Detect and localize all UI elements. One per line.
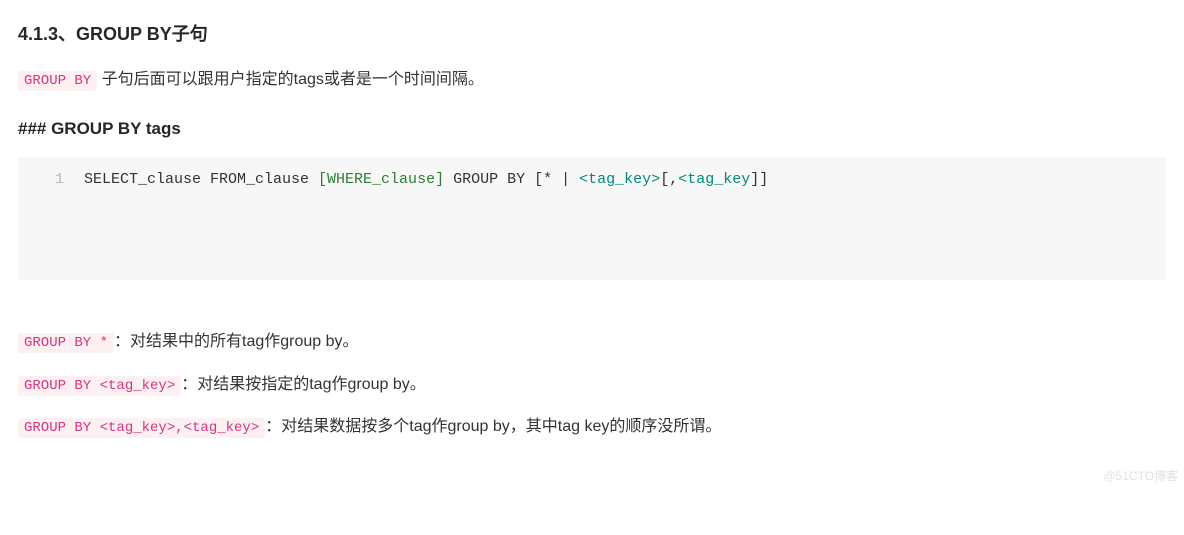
definition-text: ：对结果按指定的tag作group by。 bbox=[181, 376, 426, 393]
code-token: GROUP BY [ bbox=[444, 171, 543, 188]
code-token: | bbox=[552, 171, 579, 188]
intro-paragraph: GROUP BY 子句后面可以跟用户指定的tags或者是一个时间间隔。 bbox=[18, 66, 1166, 95]
code-line: 1 SELECT_clause FROM_clause [WHERE_claus… bbox=[18, 157, 1166, 202]
code-token: ]] bbox=[750, 171, 768, 188]
code-token: tag_key bbox=[588, 171, 651, 188]
code-block-padding bbox=[18, 202, 1166, 280]
inline-code: GROUP BY <tag_key> bbox=[18, 376, 181, 396]
line-number: 1 bbox=[18, 157, 78, 202]
code-token: * bbox=[543, 171, 552, 188]
inline-code: GROUP BY * bbox=[18, 333, 114, 353]
article-body: 4.1.3、GROUP BY子句 GROUP BY 子句后面可以跟用户指定的ta… bbox=[0, 0, 1184, 486]
watermark: @51CTO博客 bbox=[1103, 467, 1178, 484]
code-token: > bbox=[651, 171, 660, 188]
subsection-heading: ### GROUP BY tags bbox=[18, 119, 1166, 139]
code-token: < bbox=[579, 171, 588, 188]
definition-item: GROUP BY <tag_key>：对结果按指定的tag作group by。 bbox=[18, 371, 1166, 400]
definition-text: ：对结果数据按多个tag作group by，其中tag key的顺序没所谓。 bbox=[265, 418, 721, 435]
definition-item: GROUP BY <tag_key>,<tag_key>：对结果数据按多个tag… bbox=[18, 413, 1166, 442]
section-heading: 4.1.3、GROUP BY子句 bbox=[18, 20, 1166, 46]
vertical-spacer bbox=[18, 280, 1166, 314]
code-token: [, bbox=[660, 171, 678, 188]
code-token: [WHERE_clause] bbox=[318, 171, 444, 188]
code-token: SELECT_clause FROM_clause bbox=[84, 171, 318, 188]
code-token: < bbox=[678, 171, 687, 188]
intro-text: 子句后面可以跟用户指定的tags或者是一个时间间隔。 bbox=[102, 71, 484, 88]
inline-code: GROUP BY <tag_key>,<tag_key> bbox=[18, 418, 265, 438]
inline-code-group-by: GROUP BY bbox=[18, 71, 97, 91]
code-token: tag_key bbox=[687, 171, 750, 188]
code-content: SELECT_clause FROM_clause [WHERE_clause]… bbox=[78, 157, 1166, 202]
code-block: 1 SELECT_clause FROM_clause [WHERE_claus… bbox=[18, 157, 1166, 280]
definition-item: GROUP BY *：对结果中的所有tag作group by。 bbox=[18, 328, 1166, 357]
definition-text: ：对结果中的所有tag作group by。 bbox=[114, 333, 359, 350]
